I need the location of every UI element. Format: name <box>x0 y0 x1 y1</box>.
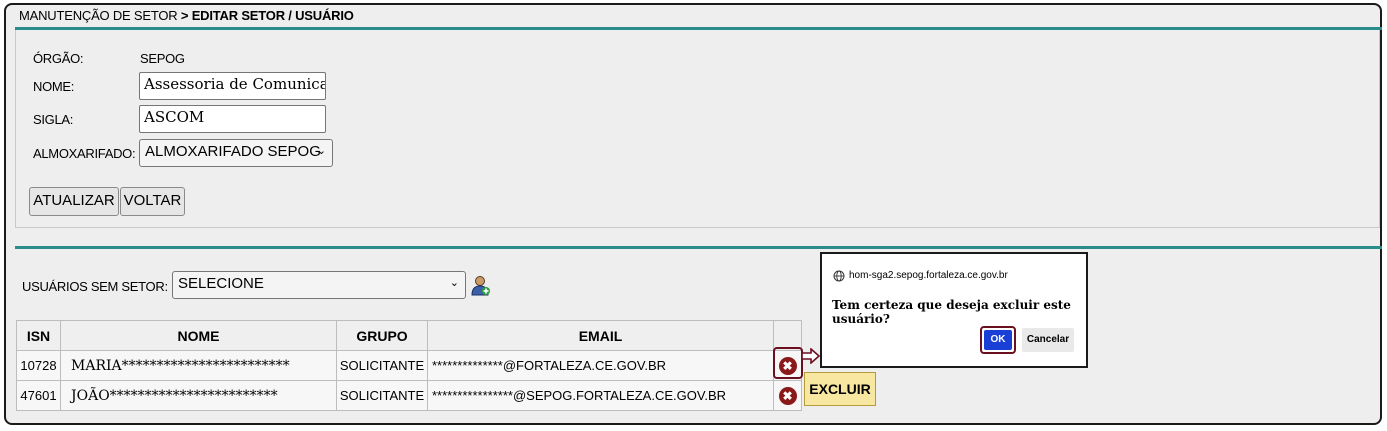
almoxarifado-selected: ALMOXARIFADO SEPOG <box>145 143 321 160</box>
chevron-down-icon: ⌄ <box>449 277 459 289</box>
orgao-label: ÓRGÃO: <box>33 51 84 66</box>
row-isn: 47601 <box>16 380 61 411</box>
sigla-input[interactable]: ASCOM <box>139 105 326 133</box>
cancel-button[interactable]: Cancelar <box>1022 328 1074 352</box>
almoxarifado-label: ALMOXARIFADO: <box>33 146 136 161</box>
dialog-origin: hom-sga2.sepog.fortaleza.ce.gov.br <box>849 270 1008 281</box>
header-nome: NOME <box>60 320 337 351</box>
globe-icon <box>833 270 845 282</box>
breadcrumb-current: EDITAR SETOR / USUÁRIO <box>191 8 354 23</box>
row-isn: 10728 <box>16 350 61 381</box>
table-row: 47601 JOÃO************************ SOLIC… <box>16 380 802 411</box>
section-divider-bottom <box>15 246 1382 249</box>
delete-highlight <box>773 347 803 379</box>
arrow-right-icon <box>801 348 821 364</box>
breadcrumb: MANUTENÇÃO DE SETOR > EDITAR SETOR / USU… <box>19 8 354 23</box>
ok-button[interactable]: OK <box>980 326 1016 354</box>
unassigned-users-label: USUÁRIOS SEM SETOR: <box>22 279 168 294</box>
orgao-value: SEPOG <box>140 51 185 66</box>
row-nome: MARIA************************ <box>60 350 337 381</box>
breadcrumb-separator: > <box>177 8 192 23</box>
update-button[interactable]: ATUALIZAR <box>29 187 119 216</box>
row-grupo: SOLICITANTE <box>336 350 428 381</box>
row-email: **************@FORTALEZA.CE.GOV.BR <box>427 350 774 381</box>
add-user-icon[interactable] <box>471 275 491 297</box>
ok-button-label: OK <box>984 330 1012 350</box>
chevron-down-icon: ⌄ <box>316 145 326 157</box>
sigla-label: SIGLA: <box>33 112 74 127</box>
users-table: ISN NOME GRUPO EMAIL 10728 MARIA********… <box>16 320 802 411</box>
unassigned-users-selected: SELECIONE <box>178 275 264 292</box>
delete-tooltip: EXCLUIR <box>804 372 876 406</box>
nome-input[interactable]: Assessoria de Comunicação <box>139 72 326 100</box>
delete-icon[interactable]: ✖ <box>778 386 797 405</box>
row-delete-cell: ✖ <box>773 380 802 411</box>
header-grupo: GRUPO <box>336 320 428 351</box>
header-actions <box>773 320 802 351</box>
header-isn: ISN <box>16 320 61 351</box>
breadcrumb-section: MANUTENÇÃO DE SETOR <box>19 8 178 23</box>
confirm-dialog: hom-sga2.sepog.fortaleza.ce.gov.br Tem c… <box>820 252 1088 368</box>
row-email: ****************@SEPOG.FORTALEZA.CE.GOV.… <box>427 380 774 411</box>
header-email: EMAIL <box>427 320 774 351</box>
row-nome: JOÃO************************ <box>60 380 337 411</box>
table-row: 10728 MARIA************************ SOLI… <box>16 350 802 381</box>
almoxarifado-select[interactable]: ALMOXARIFADO SEPOG ⌄ <box>139 139 333 167</box>
row-grupo: SOLICITANTE <box>336 380 428 411</box>
back-button[interactable]: VOLTAR <box>120 187 185 216</box>
dialog-message: Tem certeza que deseja excluir este usuá… <box>832 298 1071 326</box>
table-header-row: ISN NOME GRUPO EMAIL <box>16 320 802 351</box>
unassigned-users-select[interactable]: SELECIONE ⌄ <box>172 271 466 299</box>
nome-label: NOME: <box>33 79 75 94</box>
